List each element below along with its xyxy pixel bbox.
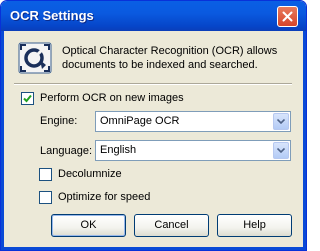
- optimize-speed-label: Optimize for speed: [58, 191, 151, 203]
- language-dropdown-button[interactable]: [273, 142, 289, 159]
- window-frame-left: [1, 31, 4, 250]
- language-label: Language:: [40, 145, 92, 157]
- cancel-button[interactable]: Cancel: [134, 214, 209, 237]
- close-button[interactable]: [277, 6, 298, 27]
- title-bar[interactable]: OCR Settings: [1, 1, 306, 31]
- window-title: OCR Settings: [10, 8, 94, 23]
- language-select[interactable]: English: [95, 140, 291, 161]
- perform-ocr-checkbox[interactable]: Perform OCR on new images: [21, 92, 221, 106]
- chevron-down-icon: [277, 119, 285, 124]
- engine-dropdown-button[interactable]: [273, 113, 289, 130]
- language-value: English: [100, 144, 137, 156]
- checkmark-icon: [23, 94, 32, 103]
- chevron-down-icon: [277, 148, 285, 153]
- engine-value: OmniPage OCR: [100, 115, 180, 127]
- divider: [14, 83, 292, 85]
- engine-label: Engine:: [40, 115, 78, 127]
- decolumnize-checkbox[interactable]: Decolumnize: [39, 168, 189, 182]
- optimize-speed-check-box[interactable]: [39, 191, 52, 204]
- engine-select[interactable]: OmniPage OCR: [95, 111, 291, 132]
- window-frame-right: [303, 31, 306, 250]
- perform-ocr-check-box[interactable]: [21, 92, 34, 105]
- ocr-description: Optical Character Recognition (OCR) allo…: [62, 45, 278, 71]
- ocr-scan-icon: [18, 42, 52, 74]
- window-frame-bottom: [1, 247, 306, 250]
- close-x-icon: [282, 11, 293, 22]
- decolumnize-check-box[interactable]: [39, 168, 52, 181]
- ocr-settings-dialog: OCR Settings Optical Character Recogniti…: [0, 0, 307, 251]
- optimize-speed-checkbox[interactable]: Optimize for speed: [39, 191, 189, 205]
- decolumnize-label: Decolumnize: [58, 168, 122, 180]
- perform-ocr-label: Perform OCR on new images: [40, 92, 184, 104]
- help-button[interactable]: Help: [217, 214, 292, 237]
- ok-button[interactable]: OK: [51, 214, 126, 237]
